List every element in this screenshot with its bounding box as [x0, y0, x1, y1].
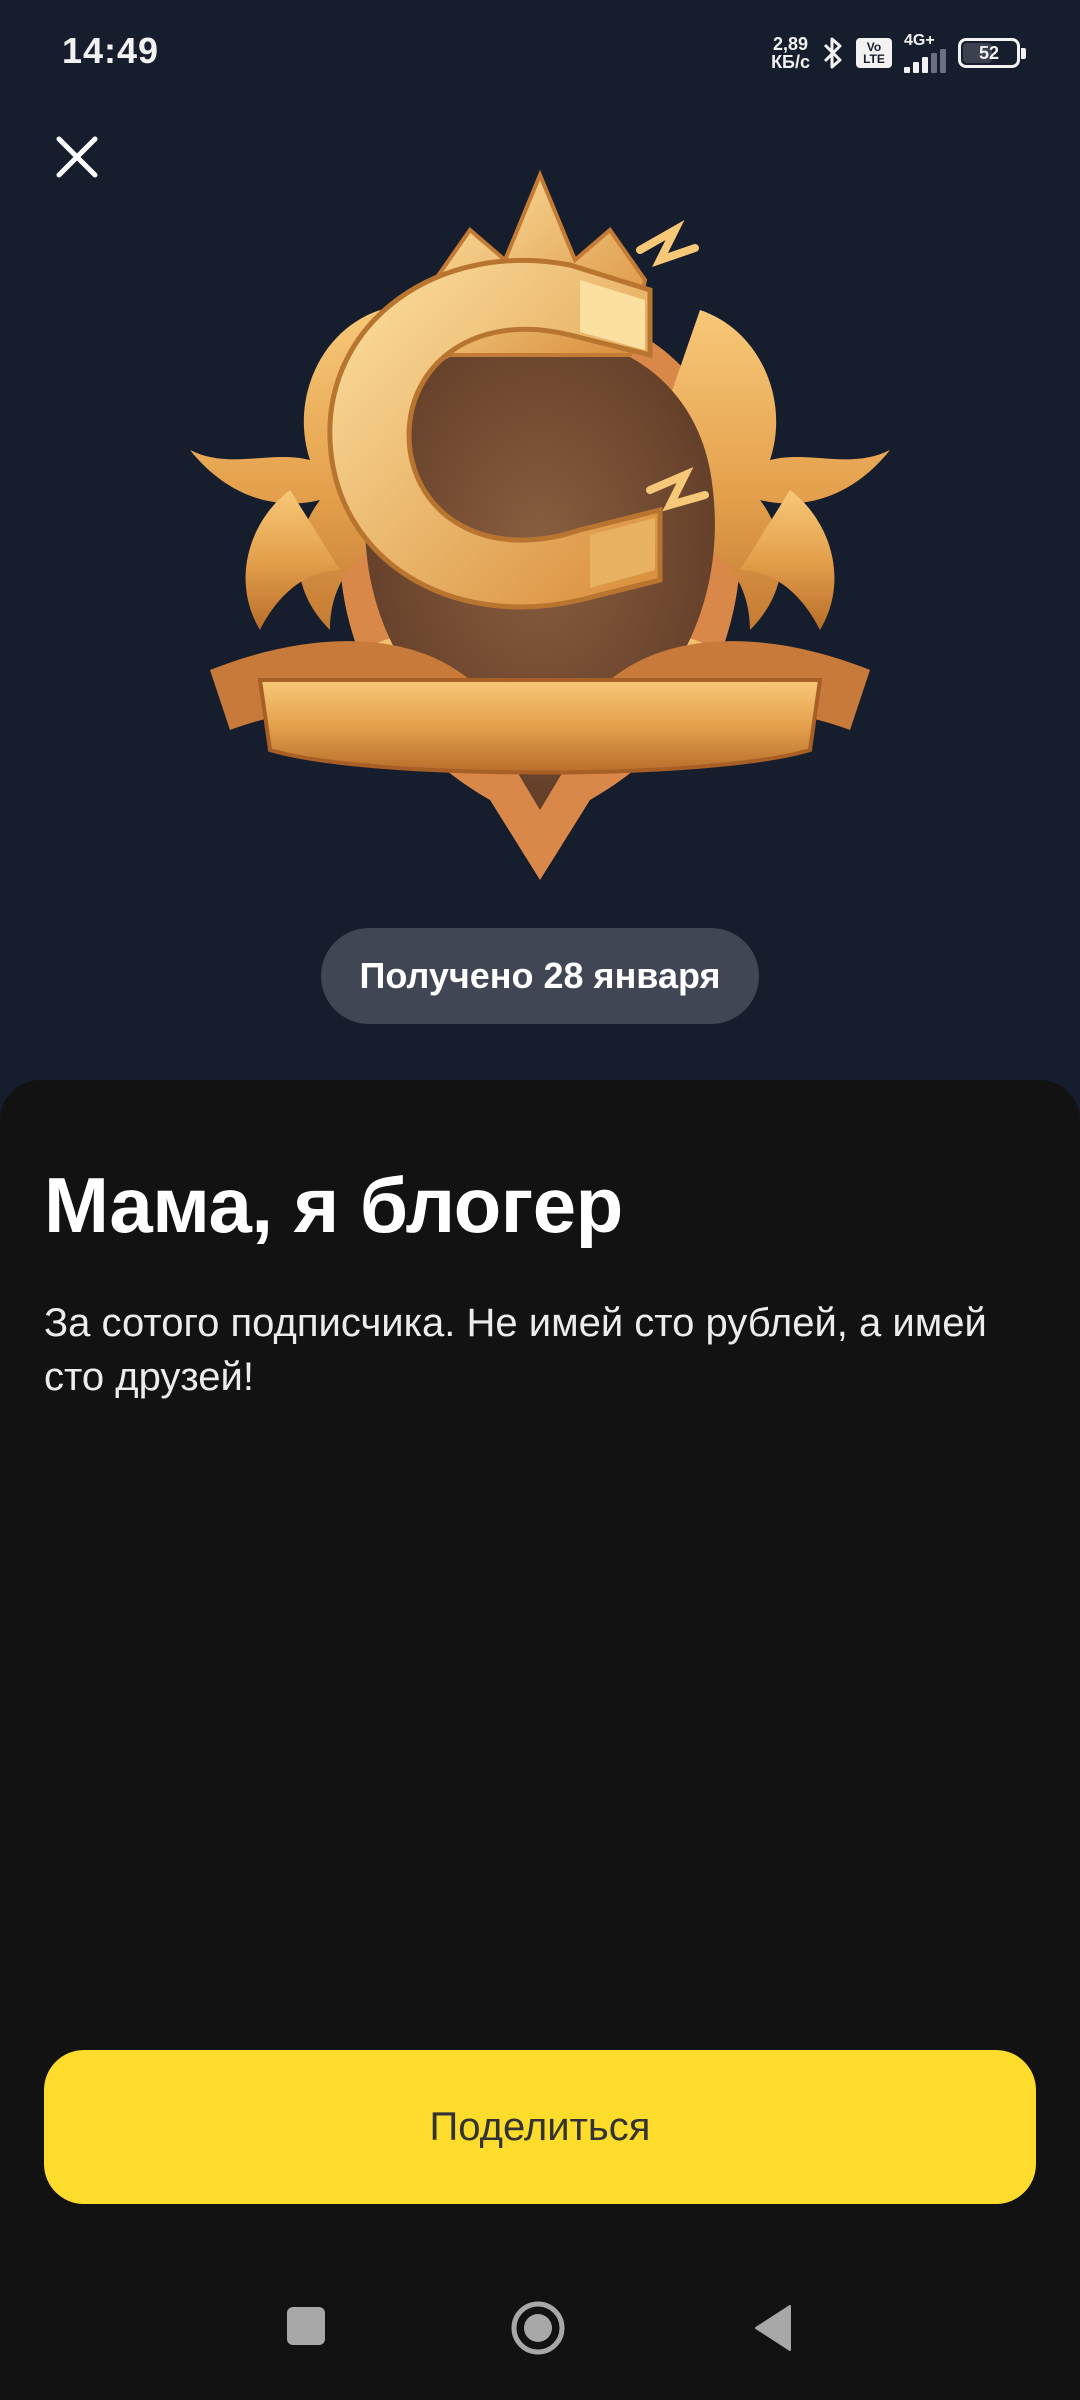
bluetooth-icon [823, 37, 842, 69]
close-button[interactable] [42, 122, 112, 192]
achievement-description: За сотого подписчика. Не имей сто рублей… [44, 1301, 987, 1399]
achievement-title: Мама, я блогер [44, 1161, 623, 1249]
battery-icon: 52 [958, 38, 1026, 68]
volte-icon: Vo LTE [856, 38, 892, 68]
home-button[interactable] [510, 2300, 566, 2356]
network-speed-unit: КБ/с [771, 52, 810, 72]
signal-icon: 4G+ [904, 33, 946, 73]
home-icon [511, 2301, 565, 2355]
system-nav-bar [0, 2260, 1080, 2400]
network-type: 4G+ [904, 32, 935, 49]
status-icons: 2,89 КБ/с Vo LTE 4G+ 52 [771, 28, 1026, 78]
share-button[interactable]: Поделиться [44, 2050, 1036, 2204]
back-icon [755, 2305, 791, 2351]
signal-bars [904, 49, 946, 73]
recents-button[interactable] [286, 2306, 326, 2346]
recents-icon [287, 2307, 325, 2345]
achievement-badge [170, 160, 910, 900]
status-time: 14:49 [62, 30, 160, 71]
volte-bottom-text: LTE [863, 52, 885, 66]
back-button[interactable] [752, 2304, 792, 2352]
network-speed: 2,89 КБ/с [771, 35, 810, 71]
network-speed-value: 2,89 [773, 34, 809, 54]
battery-level: 52 [978, 42, 1000, 63]
received-date-badge: Получено 28 января [321, 928, 759, 1024]
close-icon [56, 136, 98, 178]
magnet-crest-badge-icon [190, 169, 890, 880]
